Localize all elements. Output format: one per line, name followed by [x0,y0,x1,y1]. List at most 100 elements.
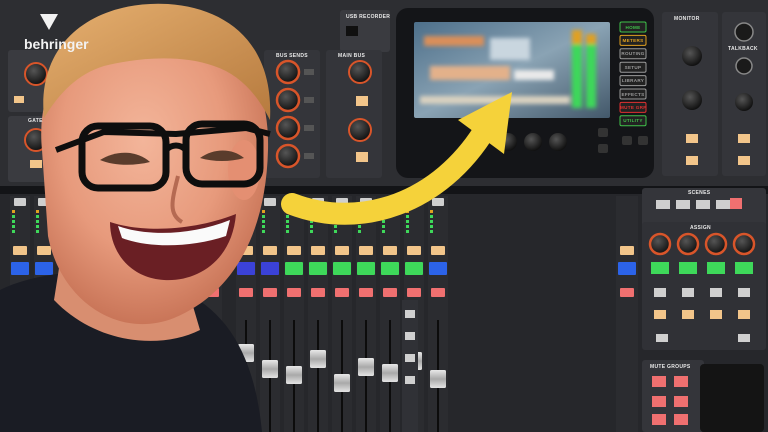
layer-button[interactable] [405,310,415,318]
monitor-label: MONITOR [674,16,700,22]
assign-knob[interactable] [648,232,672,256]
solo-button[interactable] [311,246,325,255]
assign-set-button[interactable] [656,334,668,342]
fader-knob[interactable] [358,358,374,376]
mute-button[interactable] [287,288,301,297]
scene-button[interactable] [696,200,710,209]
assign-button-2[interactable] [710,310,722,319]
brand-logo: behringer [24,36,89,52]
solo-button[interactable] [263,246,277,255]
scene-button[interactable] [676,200,690,209]
scene-go-button[interactable] [730,198,742,209]
mute-group-button[interactable] [652,396,666,407]
select-button[interactable] [432,198,444,206]
monitor-button-2[interactable] [686,156,698,165]
master-solo-button[interactable] [620,246,634,255]
solo-button[interactable] [431,246,445,255]
solo-button[interactable] [383,246,397,255]
solo-button[interactable] [13,246,27,255]
nav-left-button[interactable] [622,136,632,145]
assign-label: ASSIGN [690,225,711,231]
usb-recorder-label: USB RECORDER [346,14,391,20]
screen-button-label: EFFECTS [621,91,645,97]
mute-group-button[interactable] [674,376,688,387]
bus-send-knob[interactable] [275,59,301,85]
nav-down-button[interactable] [598,144,608,153]
talkback-knob[interactable] [735,93,753,111]
mute-group-button[interactable] [652,376,666,387]
fader-track [317,320,319,432]
mute-button[interactable] [311,288,325,297]
config-knob[interactable] [24,62,48,86]
assign-button[interactable] [738,288,750,297]
screen-button-label: MUTE GRP [620,104,647,110]
assign-button-2[interactable] [682,310,694,319]
assign-knob[interactable] [704,232,728,256]
assign-knob[interactable] [676,232,700,256]
mute-button[interactable] [407,288,421,297]
main-bus-button-2[interactable] [356,152,368,162]
bus-send-knob[interactable] [275,115,301,141]
master-mute-button[interactable] [620,288,634,297]
assign-knob[interactable] [732,232,756,256]
scene-button[interactable] [716,200,730,209]
mute-group-button[interactable] [652,414,666,425]
mute-groups-label: MUTE GROUPS [650,364,691,370]
select-button[interactable] [264,198,276,206]
main-bus-knob[interactable] [348,60,372,84]
assign-lcd [735,262,753,274]
screen-encoder-2[interactable] [524,133,542,151]
config-button[interactable] [14,96,24,103]
solo-button[interactable] [335,246,349,255]
nav-up-button[interactable] [598,128,608,137]
solo-button[interactable] [37,246,51,255]
monitor-knob[interactable] [682,46,702,66]
scribble-strip-lcd [381,262,399,275]
fader-knob[interactable] [310,350,326,368]
mute-group-button[interactable] [674,396,688,407]
monitor-button[interactable] [686,134,698,143]
bus-send-knob[interactable] [275,87,301,113]
talkback-button-2[interactable] [738,156,750,165]
main-bus-button[interactable] [356,96,368,106]
screen-encoder-3[interactable] [549,133,567,151]
mute-button[interactable] [335,288,349,297]
layer-button[interactable] [405,332,415,340]
fader-knob[interactable] [286,366,302,384]
fader-knob[interactable] [334,374,350,392]
solo-button[interactable] [407,246,421,255]
assign-button[interactable] [654,288,666,297]
mute-button[interactable] [239,288,253,297]
bus-send-knob[interactable] [275,143,301,169]
mute-group-button[interactable] [674,414,688,425]
speaker-grille [700,364,764,432]
main-bus-label: MAIN BUS [338,53,366,59]
gate-button[interactable] [30,160,42,168]
fader-knob[interactable] [430,370,446,388]
assign-button-2[interactable] [654,310,666,319]
assign-set-button-2[interactable] [738,334,750,342]
assign-button[interactable] [682,288,694,297]
monitor-level-knob[interactable] [682,90,702,110]
assign-button-2[interactable] [738,310,750,319]
layer-button[interactable] [405,376,415,384]
fader-knob[interactable] [382,364,398,382]
mute-button[interactable] [431,288,445,297]
mute-button[interactable] [359,288,373,297]
solo-button[interactable] [359,246,373,255]
scene-button[interactable] [656,200,670,209]
nav-right-button[interactable] [638,136,648,145]
solo-button[interactable] [287,246,301,255]
mute-button[interactable] [383,288,397,297]
layer-button[interactable] [405,354,415,362]
master-strip [616,196,638,432]
main-bus-knob-2[interactable] [348,118,372,142]
assign-button[interactable] [710,288,722,297]
fader-knob[interactable] [262,360,278,378]
scribble-strip-lcd [11,262,29,275]
select-button[interactable] [14,198,26,206]
scribble-strip-lcd [309,262,327,275]
screen-button-label: HOME [625,24,641,30]
mute-button[interactable] [263,288,277,297]
talkback-button[interactable] [738,134,750,143]
